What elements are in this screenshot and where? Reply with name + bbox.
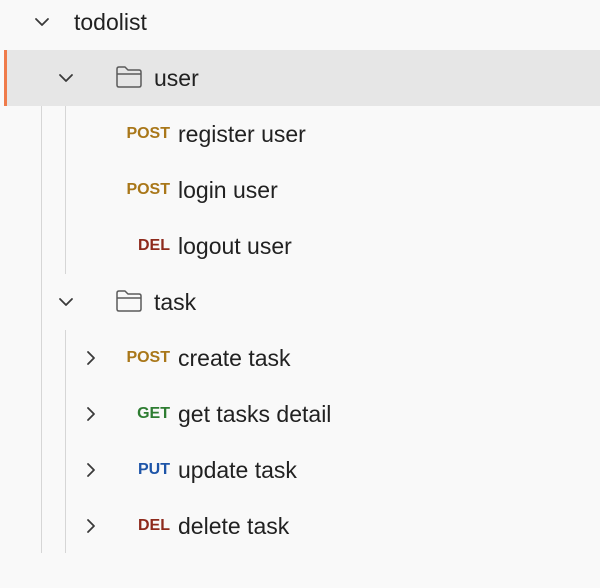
collection-name: todolist — [74, 9, 147, 35]
method-badge: POST — [126, 181, 170, 198]
request-name: login user — [178, 177, 278, 203]
request-name: logout user — [178, 233, 292, 259]
method-badge: DEL — [138, 237, 170, 254]
method-badge: POST — [126, 125, 170, 142]
request-name: register user — [178, 121, 306, 147]
folder-row-task[interactable]: task — [0, 274, 600, 330]
collection-tree: todolist user POST register user POST lo… — [0, 0, 600, 588]
chevron-right-icon[interactable] — [80, 347, 102, 369]
request-row-register-user[interactable]: POST register user — [0, 106, 600, 162]
method-badge: PUT — [138, 461, 170, 478]
request-row-login-user[interactable]: POST login user — [0, 162, 600, 218]
request-row-create-task[interactable]: POST create task — [0, 330, 600, 386]
folder-row-user[interactable]: user — [4, 50, 600, 106]
folder-name: task — [154, 289, 197, 315]
method-badge: GET — [137, 405, 170, 422]
folder-icon — [115, 65, 143, 89]
chevron-down-icon[interactable] — [31, 11, 53, 33]
chevron-right-icon[interactable] — [80, 515, 102, 537]
method-badge: DEL — [138, 517, 170, 534]
folder-icon — [115, 289, 143, 313]
folder-name: user — [154, 65, 199, 91]
collection-row-todolist[interactable]: todolist — [0, 0, 600, 50]
request-row-update-task[interactable]: PUT update task — [0, 442, 600, 498]
chevron-right-icon[interactable] — [80, 459, 102, 481]
chevron-down-icon[interactable] — [55, 291, 77, 313]
request-name: create task — [178, 345, 291, 371]
request-name: get tasks detail — [178, 401, 332, 427]
method-badge: POST — [126, 349, 170, 366]
selected-indicator — [4, 50, 7, 106]
request-row-get-tasks-detail[interactable]: GET get tasks detail — [0, 386, 600, 442]
request-row-logout-user[interactable]: DEL logout user — [0, 218, 600, 274]
chevron-right-icon[interactable] — [80, 403, 102, 425]
request-row-delete-task[interactable]: DEL delete task — [0, 498, 600, 554]
request-name: update task — [178, 457, 297, 483]
chevron-down-icon[interactable] — [55, 67, 77, 89]
request-name: delete task — [178, 513, 290, 539]
